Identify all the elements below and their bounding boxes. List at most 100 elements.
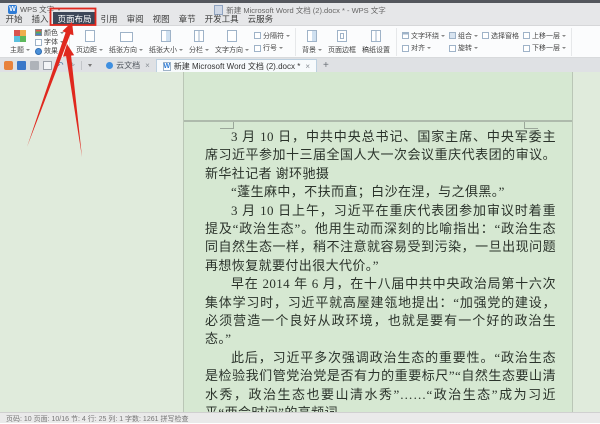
theme-group: 主题 颜色 字体 效果	[4, 28, 70, 56]
bring-forward-button[interactable]: 上移一层	[523, 31, 566, 40]
ribbon-tab-bar: 开始 插入 页面布局 引用 审阅 视图 章节 开发工具 云服务	[1, 12, 278, 25]
document-canvas: 3 月 10 日，中共中央总书记、国家主席、中央军委主席习近平参加十三届全国人大…	[0, 72, 600, 412]
save-icon[interactable]	[17, 61, 26, 70]
tab-page-layout[interactable]: 页面布局	[53, 12, 96, 25]
divider	[81, 61, 82, 70]
quick-access-row: ↶ ↷ 云文档 × W 新建 Microsoft Word 文档 (2).doc…	[0, 58, 600, 72]
chevron-down-icon	[139, 49, 143, 51]
undo-icon[interactable]: ↶	[56, 61, 64, 70]
tab-cloud[interactable]: 云服务	[243, 12, 278, 25]
ribbon-page-layout: 主题 颜色 字体 效果 页边距 纸张方向	[0, 26, 600, 58]
theme-effect-button[interactable]: 效果	[35, 47, 64, 56]
background-icon	[307, 30, 317, 42]
paragraph[interactable]: 3 月 10 日上午，习近平在重庆代表团参加审议时着重提及“政治生态”。他用生动…	[205, 202, 556, 276]
paragraph[interactable]: “蓬生麻中，不扶而直；白沙在涅，与之俱黑。”	[205, 183, 556, 201]
redo-icon[interactable]: ↷	[68, 61, 76, 70]
chevron-down-icon	[99, 49, 103, 51]
chevron-down-icon	[441, 35, 445, 37]
document-tab-bar: 云文档 × W 新建 Microsoft Word 文档 (2).docx * …	[100, 58, 335, 72]
status-info: 页码: 10 页面: 10/16 节: 4 行: 25 列: 1 字数: 126…	[6, 416, 188, 423]
chevron-down-icon	[60, 32, 64, 34]
chevron-down-icon	[474, 35, 478, 37]
rotate-icon	[449, 45, 456, 52]
bring-forward-icon	[523, 32, 530, 39]
tab-developer[interactable]: 开发工具	[200, 12, 243, 25]
chevron-down-icon	[205, 49, 209, 51]
page-border-icon	[337, 30, 347, 42]
line-numbers-button[interactable]: 行号	[254, 44, 290, 53]
text-wrap-button[interactable]: 文字环绕	[402, 31, 445, 40]
effects-icon	[35, 48, 42, 55]
chevron-down-icon	[57, 8, 61, 11]
tab-view[interactable]: 视图	[148, 12, 174, 25]
document-page[interactable]: 3 月 10 日，中共中央总书记、国家主席、中央军委主席习近平参加十三届全国人大…	[183, 72, 573, 412]
orientation-button[interactable]: 纸张方向	[106, 28, 146, 56]
paragraph[interactable]: 早在 2014 年 6 月，在十八届中共中央政治局第十六次集体学习时，习近平就高…	[205, 275, 556, 349]
paper-size-icon	[161, 30, 171, 42]
align-icon	[402, 45, 409, 52]
theme-icon	[14, 30, 26, 42]
tab-review[interactable]: 审阅	[122, 12, 148, 25]
chevron-down-icon	[279, 47, 283, 49]
chevron-down-icon	[26, 49, 30, 51]
chevron-down-icon	[562, 35, 566, 37]
print-icon[interactable]	[30, 61, 39, 70]
tab-section[interactable]: 章节	[174, 12, 200, 25]
page-break-line	[184, 120, 572, 122]
text-wrap-icon	[402, 32, 409, 39]
selection-pane-button[interactable]: 选择窗格	[482, 31, 519, 40]
text-direction-icon	[227, 30, 237, 42]
align-button[interactable]: 对齐	[402, 44, 445, 53]
page-break-icon	[254, 32, 261, 39]
margins-button[interactable]: 页边距	[73, 28, 106, 56]
margins-icon	[85, 30, 95, 42]
word-doc-icon: W	[163, 62, 171, 71]
spacer	[482, 44, 519, 53]
chevron-down-icon	[474, 47, 478, 49]
columns-icon	[194, 30, 204, 42]
titlebar: W WPS 文字 新建 Microsoft Word 文档 (2).docx *…	[0, 3, 600, 26]
status-bar: 页码: 10 页面: 10/16 节: 4 行: 25 列: 1 字数: 126…	[0, 412, 600, 423]
rotate-button[interactable]: 旋转	[449, 44, 478, 53]
paragraph[interactable]: 3 月 10 日，中共中央总书记、国家主席、中央军委主席习近平参加十三届全国人大…	[205, 128, 556, 183]
tab-insert[interactable]: 插入	[27, 12, 53, 25]
columns-button[interactable]: 分栏	[186, 28, 212, 56]
text-direction-button[interactable]: 文字方向	[212, 28, 252, 56]
send-backward-icon	[523, 45, 530, 52]
paper-size-button[interactable]: 纸张大小	[146, 28, 186, 56]
page-border-button[interactable]: 页面边框	[325, 28, 359, 56]
close-icon[interactable]: ×	[145, 61, 150, 70]
chevron-down-icon	[427, 47, 431, 49]
line-numbers-icon	[254, 45, 261, 52]
chevron-down-icon	[318, 49, 322, 51]
tab-references[interactable]: 引用	[96, 12, 122, 25]
background-button[interactable]: 背景	[299, 28, 325, 56]
chevron-down-icon	[286, 35, 290, 37]
doc-tab-current[interactable]: W 新建 Microsoft Word 文档 (2).docx * ×	[156, 59, 317, 72]
document-text: 3 月 10 日，中共中央总书记、国家主席、中央军委主席习近平参加十三届全国人大…	[205, 128, 556, 423]
breaks-button[interactable]: 分隔符	[254, 31, 290, 40]
send-backward-button[interactable]: 下移一层	[523, 44, 566, 53]
chevron-down-icon	[562, 47, 566, 49]
page-background-group: 背景 页面边框 稿纸设置	[296, 28, 397, 56]
chevron-down-icon	[60, 41, 64, 43]
group-icon	[449, 32, 456, 39]
close-icon[interactable]: ×	[305, 62, 310, 71]
new-tab-button[interactable]: +	[317, 60, 335, 71]
page-setup-group: 页边距 纸张方向 纸张大小 分栏 文字方向 分隔符 行号	[70, 28, 296, 56]
cloud-doc-icon	[106, 62, 113, 69]
new-document-icon[interactable]	[4, 61, 13, 70]
theme-font-button[interactable]: 字体	[35, 38, 64, 47]
group-button[interactable]: 组合	[449, 31, 478, 40]
qat-more-dropdown-icon[interactable]	[88, 64, 92, 67]
theme-color-button[interactable]: 颜色	[35, 28, 64, 37]
doc-tab-cloud[interactable]: 云文档 ×	[100, 59, 156, 72]
chevron-down-icon	[179, 49, 183, 51]
print-preview-icon[interactable]	[43, 61, 52, 70]
tab-home[interactable]: 开始	[1, 12, 27, 25]
orientation-icon	[120, 32, 133, 42]
grid-paper-button[interactable]: 稿纸设置	[359, 28, 393, 56]
grid-paper-icon	[371, 30, 381, 42]
arrange-group: 文字环绕 对齐 组合 旋转 选择窗格	[397, 28, 572, 56]
theme-button[interactable]: 主题	[7, 28, 33, 56]
